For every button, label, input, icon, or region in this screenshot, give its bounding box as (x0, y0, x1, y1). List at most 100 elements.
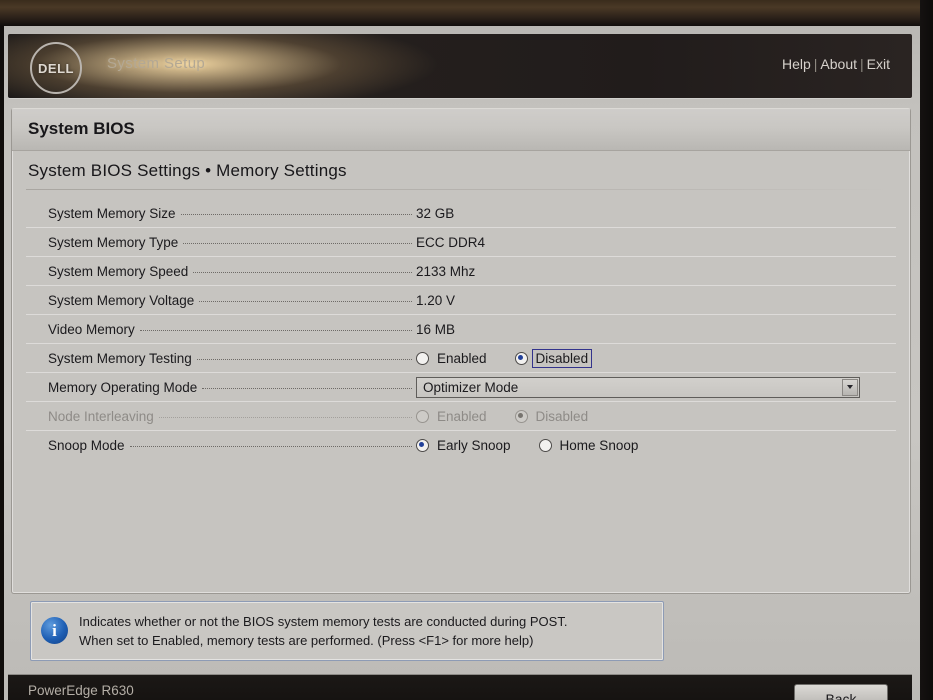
radio-dot-icon (416, 409, 429, 423)
back-button[interactable]: Back (794, 684, 888, 700)
setting-value-text: 16 MB (416, 321, 456, 337)
setting-value: Enabled Disabled (412, 409, 896, 424)
radio-option[interactable]: Home Snoop (538, 437, 641, 453)
setting-label-text: Snoop Mode (48, 437, 125, 453)
setting-value: 32 GB (412, 206, 896, 221)
exit-link[interactable]: Exit (867, 56, 890, 72)
radio-option-label: Enabled (437, 350, 487, 366)
setting-label: Video Memory (26, 322, 412, 337)
setting-label-text: System Memory Voltage (48, 292, 195, 308)
bios-panel: System BIOS System BIOS Settings • Memor… (11, 108, 911, 594)
header-links: Help | About | Exit (782, 56, 890, 72)
system-model: PowerEdge R630 (28, 683, 134, 698)
radio-option-label: Home Snoop (559, 437, 639, 453)
radio-option-label: Enabled (437, 408, 487, 424)
setting-value-text: 2133 Mhz (416, 263, 476, 279)
setting-label-text: System Memory Type (48, 234, 179, 250)
setting-value: Optimizer Mode (412, 376, 896, 398)
help-info-box: i Indicates whether or not the BIOS syst… (30, 601, 664, 661)
radio-option-label: Disabled (531, 348, 593, 368)
leader-dots (180, 213, 412, 215)
radio-option: Disabled (514, 408, 591, 424)
radio-dot-icon (514, 409, 528, 423)
link-separator-1: | (813, 56, 818, 72)
back-button-label: Back (825, 691, 857, 700)
setting-label-text: System Memory Speed (48, 263, 189, 279)
setting-row[interactable]: Memory Operating Mode Optimizer Mode (26, 372, 896, 401)
setting-value: 1.20 V (412, 293, 896, 308)
help-link[interactable]: Help (782, 56, 811, 72)
monitor-bezel-right (920, 0, 933, 700)
setting-value-text: ECC DDR4 (416, 234, 486, 250)
leader-dots (129, 445, 412, 447)
setting-row[interactable]: Snoop Mode Early Snoop Home Snoop (26, 430, 896, 459)
link-separator-2: | (860, 56, 864, 72)
help-info-line-2: When set to Enabled, memory tests are pe… (79, 633, 534, 648)
leader-dots (202, 387, 412, 389)
help-info-line-1: Indicates whether or not the BIOS system… (79, 614, 568, 629)
setting-label: System Memory Size (26, 206, 412, 221)
setting-label-text: Memory Operating Mode (48, 379, 198, 395)
setting-row: System Memory Size 32 GB (26, 199, 896, 227)
setting-label: Node Interleaving (26, 409, 412, 424)
radio-group: Early Snoop Home Snoop (416, 438, 666, 453)
app-title: System Setup (107, 55, 206, 72)
setting-row: System Memory Voltage 1.20 V (26, 285, 896, 314)
radio-option[interactable]: Early Snoop (416, 438, 513, 453)
info-icon: i (41, 617, 68, 644)
leader-dots (193, 271, 412, 273)
radio-dot-icon (514, 351, 528, 365)
bios-screen: DELL System Setup Help | About | Exit System… (4, 26, 920, 700)
status-bar: PowerEdge R630 Service Tag : GS26S52 Bac… (8, 674, 912, 700)
radio-dot-icon (538, 438, 552, 452)
leader-dots (139, 329, 412, 331)
radio-option-label: Disabled (535, 408, 589, 424)
setting-label: Memory Operating Mode (26, 380, 412, 395)
radio-option[interactable]: Disabled (514, 348, 593, 368)
radio-group: Enabled Disabled (416, 409, 616, 424)
dell-logo-icon: DELL (30, 42, 82, 94)
leader-dots (199, 300, 412, 302)
setting-value: Enabled Disabled (412, 348, 896, 368)
help-info-text: Indicates whether or not the BIOS system… (79, 612, 655, 650)
setting-row: Video Memory 16 MB (26, 314, 896, 343)
radio-dot-icon (416, 438, 429, 452)
dell-logo-text: DELL (38, 60, 74, 76)
section-divider (26, 189, 892, 190)
radio-group: Enabled Disabled (416, 348, 616, 368)
setting-label: System Memory Testing (26, 351, 412, 366)
setting-row: System Memory Speed 2133 Mhz (26, 256, 896, 285)
memory-operating-mode-select[interactable]: Optimizer Mode (416, 376, 860, 398)
app-header: DELL System Setup Help | About | Exit (8, 34, 912, 98)
page-title: System BIOS (12, 109, 910, 151)
select-selected-value: Optimizer Mode (423, 379, 519, 395)
radio-dot-icon (416, 351, 429, 365)
setting-label: System Memory Speed (26, 264, 412, 279)
leader-dots (196, 358, 412, 360)
setting-label-text: Node Interleaving (48, 408, 154, 424)
setting-label: Snoop Mode (26, 438, 412, 453)
setting-value-text: 1.20 V (416, 292, 456, 308)
radio-option[interactable]: Enabled (416, 351, 489, 366)
setting-label-text: System Memory Testing (48, 350, 192, 366)
setting-value: 2133 Mhz (412, 264, 896, 279)
setting-value: Early Snoop Home Snoop (412, 438, 896, 453)
radio-option-label: Early Snoop (437, 437, 511, 453)
setting-row[interactable]: System Memory Testing Enabled Disabled (26, 343, 896, 372)
chevron-down-icon[interactable] (842, 378, 858, 396)
about-link[interactable]: About (820, 56, 857, 72)
radio-option: Enabled (416, 409, 489, 424)
setting-row[interactable]: Node Interleaving Enabled Disabled (26, 401, 896, 430)
leader-dots (183, 242, 412, 244)
setting-label-text: Video Memory (48, 321, 135, 337)
setting-label: System Memory Voltage (26, 293, 412, 308)
setting-row: System Memory Type ECC DDR4 (26, 227, 896, 256)
settings-list: System Memory Size 32 GB System Memory Typ… (26, 199, 896, 459)
breadcrumb: System BIOS Settings • Memory Settings (28, 161, 347, 180)
setting-label-text: System Memory Size (48, 205, 176, 221)
setting-value: ECC DDR4 (412, 235, 896, 250)
monitor-bezel-top (0, 0, 933, 26)
setting-label: System Memory Type (26, 235, 412, 250)
setting-value: 16 MB (412, 322, 896, 337)
setting-value-text: 32 GB (416, 205, 455, 221)
